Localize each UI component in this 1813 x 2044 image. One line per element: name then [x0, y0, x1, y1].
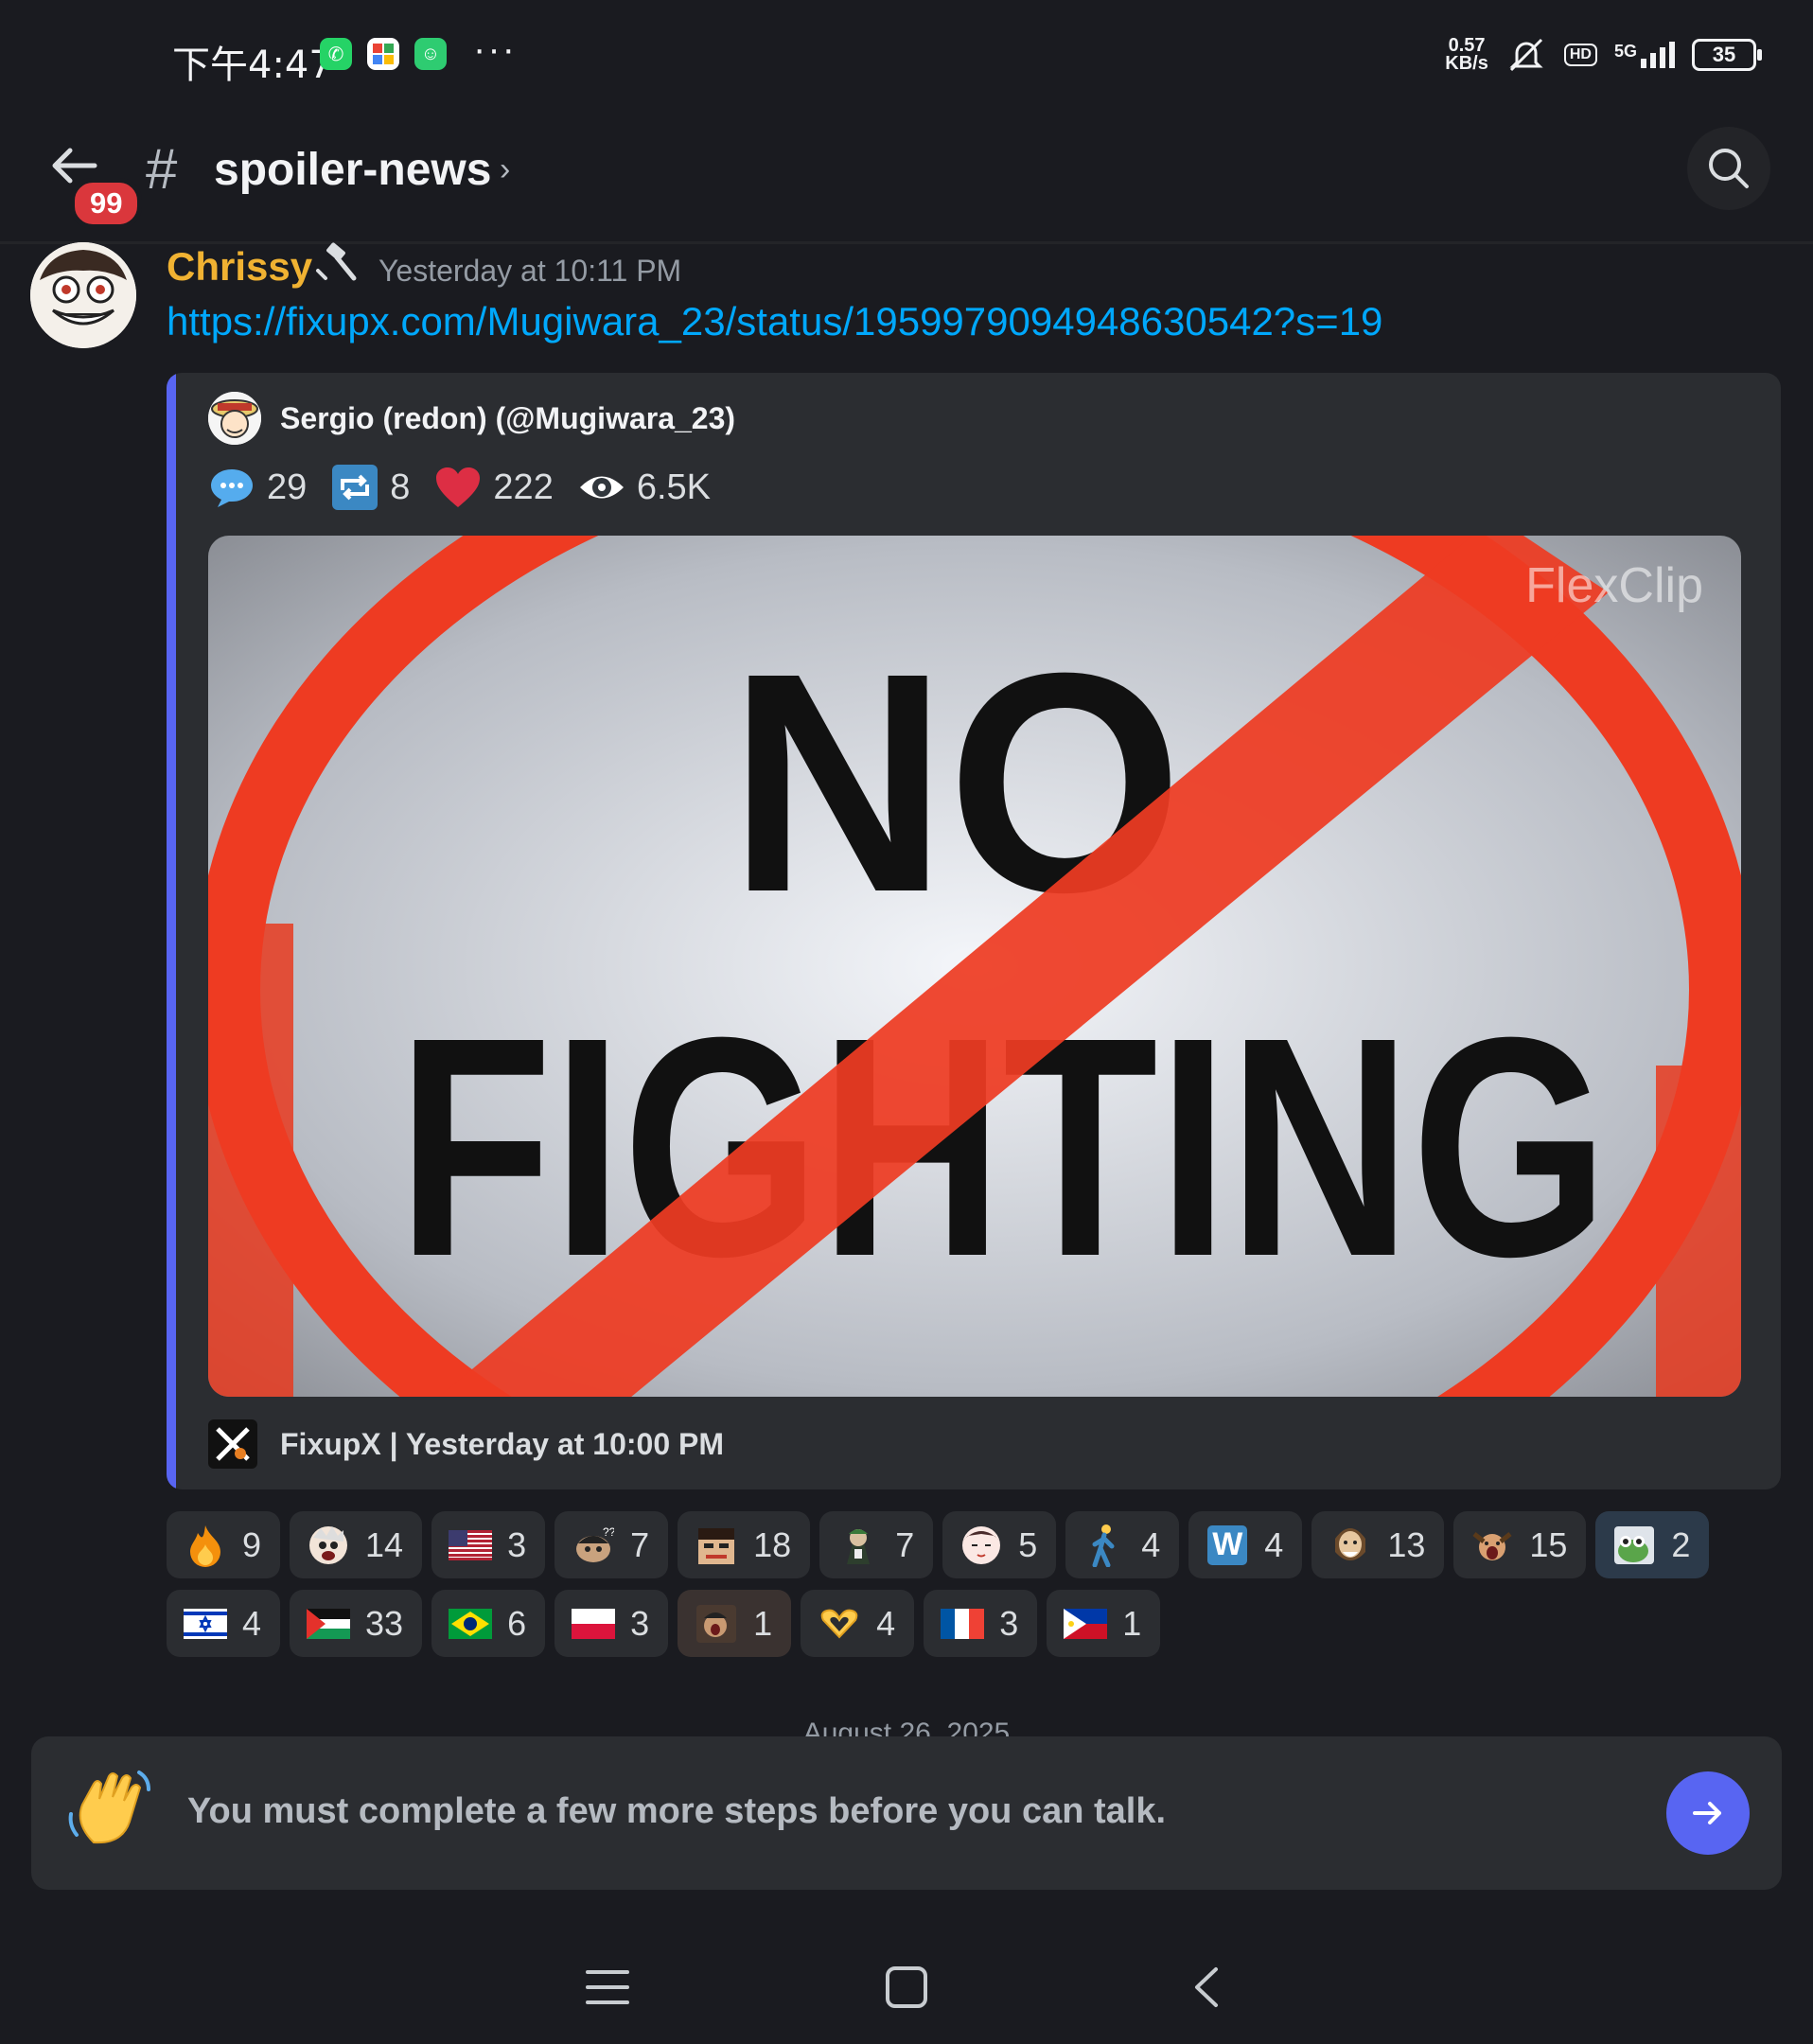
- signal-icon: 5G: [1614, 42, 1675, 68]
- eye-icon: [578, 464, 625, 511]
- system-nav-bar: [0, 1930, 1813, 2044]
- embed-image[interactable]: NO FIGHTING FlexClip: [208, 536, 1741, 1397]
- unread-badge: 99: [70, 178, 143, 229]
- hd-voice-icon: HD: [1563, 44, 1597, 66]
- status-bar: 下午4:47 ✆ ☺ ··· 0.57 KB/s HD 5G 35: [0, 0, 1813, 114]
- chevron-left-icon: [1195, 1967, 1218, 2007]
- whatsapp-icon: ✆: [320, 38, 352, 70]
- channel-header: 99 # spoiler-news ›: [0, 114, 1813, 244]
- reaction-letter-w[interactable]: W 4: [1188, 1511, 1303, 1578]
- moderator-hammer-icon: [312, 242, 361, 291]
- flag-brazil-icon: [447, 1603, 494, 1645]
- reaction-flag-brazil[interactable]: 6: [431, 1590, 546, 1657]
- like-count: 222: [493, 467, 554, 507]
- reaction-custom-bearded[interactable]: 13: [1311, 1511, 1445, 1578]
- channel-name[interactable]: spoiler-news: [214, 144, 491, 196]
- search-button[interactable]: [1687, 127, 1770, 210]
- reaction-custom-shocked[interactable]: 15: [1453, 1511, 1587, 1578]
- flag-philippines-icon: [1062, 1603, 1109, 1645]
- avatar[interactable]: [30, 242, 136, 348]
- notification-icons: ✆ ☺: [320, 38, 447, 70]
- custom-face-icon: [305, 1524, 352, 1566]
- letter-w-icon: W: [1204, 1524, 1251, 1566]
- custom-anime-face-icon: [958, 1524, 1005, 1566]
- recent-apps-button[interactable]: [579, 1959, 636, 2016]
- home-button[interactable]: [878, 1959, 935, 2016]
- reaction-custom-gif[interactable]: 1: [678, 1590, 792, 1657]
- person-walking-icon: [1081, 1524, 1128, 1567]
- svg-text:??: ??: [603, 1525, 614, 1539]
- link-embed: Sergio (redon) (@Mugiwara_23) 29 8 222 6…: [167, 373, 1781, 1489]
- embed-author[interactable]: Sergio (redon) (@Mugiwara_23): [280, 401, 735, 436]
- reaction-flag-france[interactable]: 3: [924, 1590, 1038, 1657]
- custom-confused-icon: ??: [570, 1524, 617, 1566]
- reaction-flag-us[interactable]: 3: [431, 1511, 546, 1578]
- heart-icon: [434, 464, 482, 511]
- custom-pirate-icon: [693, 1524, 740, 1566]
- speech-bubble-icon: [208, 464, 255, 511]
- battery-icon: 35: [1692, 39, 1762, 71]
- reaction-flag-palestine[interactable]: 33: [290, 1590, 423, 1657]
- embed-footer: FixupX | Yesterday at 10:00 PM: [280, 1427, 725, 1461]
- chat-app-icon: ☺: [414, 38, 447, 70]
- reaction-custom-face[interactable]: 14: [290, 1511, 423, 1578]
- more-notifications-icon: ···: [473, 28, 517, 70]
- search-icon: [1709, 149, 1749, 188]
- square-icon: [886, 1966, 927, 2008]
- reactions: 9 14 3 ?? 7 18: [167, 1511, 1775, 1668]
- tweet-stats: 29 8 222 6.5K: [208, 464, 711, 511]
- custom-gif-icon: [693, 1603, 740, 1645]
- reaction-flag-philippines[interactable]: 1: [1047, 1590, 1161, 1657]
- continue-button[interactable]: [1666, 1771, 1750, 1855]
- message-link[interactable]: https://fixupx.com/Mugiwara_23/status/19…: [167, 299, 1382, 344]
- custom-shocked-icon: [1469, 1524, 1516, 1566]
- message-author[interactable]: Chrissy: [167, 244, 312, 290]
- date-divider: August 26, 2025: [802, 1718, 1011, 1738]
- retweet-count: 8: [390, 467, 411, 507]
- notice-text: You must complete a few more steps befor…: [187, 1791, 1167, 1831]
- custom-character-icon: [835, 1524, 882, 1566]
- heart-hands-icon: [816, 1603, 863, 1645]
- verification-notice[interactable]: You must complete a few more steps befor…: [31, 1736, 1782, 1890]
- arrow-right-icon: [1693, 1802, 1721, 1824]
- custom-bearded-icon: [1327, 1524, 1374, 1566]
- silent-bell-icon: [1509, 38, 1543, 72]
- reaction-custom-anime-face[interactable]: 5: [942, 1511, 1057, 1578]
- flag-france-icon: [939, 1603, 986, 1645]
- image-watermark: FlexClip: [1525, 558, 1703, 613]
- channel-hash-icon: #: [146, 137, 178, 201]
- flag-us-icon: [447, 1524, 494, 1566]
- reaction-person-walking[interactable]: 4: [1065, 1511, 1180, 1578]
- waving-hand-icon: [65, 1767, 150, 1870]
- embed-accent-bar: [167, 373, 176, 1489]
- reaction-custom-frog[interactable]: 2: [1595, 1511, 1710, 1578]
- flag-poland-icon: [570, 1603, 617, 1645]
- reaction-heart-hands[interactable]: 4: [801, 1590, 915, 1657]
- reaction-custom-confused[interactable]: ?? 7: [554, 1511, 669, 1578]
- reaction-custom-character[interactable]: 7: [819, 1511, 934, 1578]
- view-count: 6.5K: [636, 467, 711, 507]
- flag-palestine-icon: [305, 1603, 352, 1645]
- reply-count: 29: [267, 467, 308, 507]
- fire-icon: [182, 1524, 229, 1567]
- x-logo-icon: [208, 1419, 257, 1469]
- status-time: 下午4:47: [172, 44, 333, 87]
- app-store-icon: [367, 38, 399, 70]
- menu-icon: [586, 1970, 629, 2004]
- system-back-button[interactable]: [1177, 1959, 1234, 2016]
- repeat-icon: [331, 464, 378, 511]
- reaction-flag-poland[interactable]: 3: [554, 1590, 669, 1657]
- reaction-flag-israel[interactable]: 4: [167, 1590, 281, 1657]
- network-speed: 0.57 KB/s: [1445, 35, 1488, 74]
- reaction-fire[interactable]: 9: [167, 1511, 281, 1578]
- chevron-right-icon[interactable]: ›: [500, 151, 510, 188]
- flag-israel-icon: [182, 1603, 229, 1645]
- reaction-custom-pirate[interactable]: 18: [678, 1511, 811, 1578]
- embed-author-avatar: [208, 392, 261, 445]
- message-timestamp: Yesterday at 10:11 PM: [378, 254, 682, 288]
- custom-frog-icon: [1611, 1524, 1658, 1566]
